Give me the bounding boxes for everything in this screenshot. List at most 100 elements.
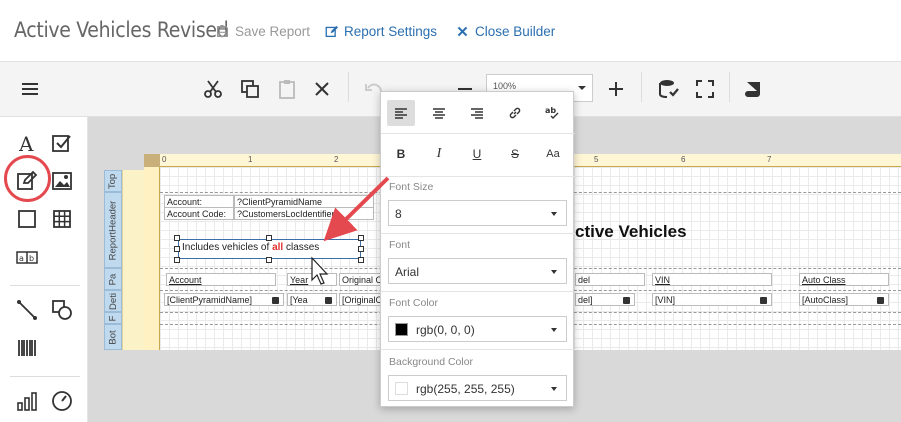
lock-icon <box>760 297 767 304</box>
detail-cell-original[interactable]: [OriginalC <box>339 293 381 306</box>
edit-icon <box>325 25 338 38</box>
line-tool-icon[interactable] <box>15 298 39 322</box>
detail-cell-model[interactable]: del] <box>575 293 635 306</box>
svg-text:ab: ab <box>545 106 556 115</box>
chart-tool-icon[interactable] <box>15 389 39 413</box>
band-report-header[interactable]: ReportHeader <box>104 192 122 268</box>
close-icon <box>457 26 468 37</box>
font-size-value: 8 <box>395 207 402 221</box>
account-code-value[interactable]: ?CustomersLocIdentifier <box>234 207 374 220</box>
toolbar-separator <box>729 72 730 102</box>
toolbar-separator <box>348 72 349 102</box>
band-top-margin[interactable]: Top <box>104 170 122 192</box>
paste-icon[interactable] <box>274 76 300 102</box>
character-comb-tool-icon[interactable]: ab <box>15 245 39 269</box>
band-footer[interactable]: F <box>104 312 122 324</box>
panel-tool-icon[interactable] <box>15 207 39 231</box>
column-header-vin[interactable]: VIN <box>652 273 772 286</box>
band-page-header[interactable]: Pa <box>104 268 122 290</box>
resize-handle[interactable] <box>358 246 364 252</box>
font-color-value: rgb(0, 0, 0) <box>416 323 475 337</box>
copy-icon[interactable] <box>237 76 263 102</box>
format-popup: ab B I U S Aa Font Size 8 Font Arial Fon… <box>380 91 575 407</box>
column-header-auto-class[interactable]: Auto Class <box>799 273 889 286</box>
barcode-tool-icon[interactable] <box>15 336 39 360</box>
cut-icon[interactable] <box>200 76 226 102</box>
spellcheck-button[interactable]: ab <box>539 100 567 126</box>
table-tool-icon[interactable] <box>50 207 74 231</box>
strikethrough-button[interactable]: S <box>501 141 529 167</box>
align-left-button[interactable] <box>387 100 415 126</box>
svg-text:a: a <box>19 254 24 263</box>
band-detail[interactable]: Deti <box>104 290 122 312</box>
bold-button[interactable]: B <box>387 141 415 167</box>
checkbox-tool-icon[interactable] <box>50 131 74 155</box>
zoom-value: 100% <box>493 81 517 91</box>
label-tool-icon[interactable]: A <box>15 131 39 155</box>
background-color-value: rgb(255, 255, 255) <box>416 382 515 396</box>
resize-handle[interactable] <box>174 235 180 241</box>
band-bottom-margin[interactable]: Bot <box>104 324 122 350</box>
resize-handle[interactable] <box>174 257 180 263</box>
chevron-down-icon <box>578 86 586 90</box>
column-header-account[interactable]: Account <box>166 273 276 286</box>
font-size-select[interactable]: 8 <box>388 200 567 226</box>
shape-tool-icon[interactable] <box>50 298 74 322</box>
database-check-icon[interactable] <box>656 76 682 102</box>
background-color-select[interactable]: rgb(255, 255, 255) <box>388 375 567 401</box>
picture-tool-icon[interactable] <box>50 169 74 193</box>
report-settings-label: Report Settings <box>344 24 438 39</box>
report-settings-button[interactable]: Report Settings <box>325 24 437 39</box>
menu-icon[interactable] <box>17 76 43 102</box>
spellcheck-icon: ab <box>545 106 559 119</box>
lock-icon <box>877 297 884 304</box>
svg-text:b: b <box>29 254 34 263</box>
resize-handle[interactable] <box>266 257 272 263</box>
close-builder-button[interactable]: Close Builder <box>456 24 555 39</box>
resize-handle[interactable] <box>358 235 364 241</box>
text-case-button[interactable]: Aa <box>539 141 567 167</box>
column-header-year[interactable]: Year <box>287 273 337 286</box>
detail-cell-account[interactable]: [ClientPyramidName] <box>164 293 284 306</box>
link-button[interactable] <box>501 100 529 126</box>
column-header-model[interactable]: del <box>575 273 645 286</box>
close-builder-label: Close Builder <box>475 24 556 39</box>
detail-cell-year[interactable]: [Yea <box>287 293 337 306</box>
resize-handle[interactable] <box>174 246 180 252</box>
selected-text-box[interactable]: Includes vehicles of all classes <box>178 239 361 259</box>
italic-button[interactable]: I <box>425 141 453 167</box>
scroll-icon[interactable] <box>741 76 767 102</box>
background-color-swatch <box>395 382 408 395</box>
ruler-tick: 7 <box>767 155 772 164</box>
font-label: Font <box>389 239 411 251</box>
align-left-icon <box>395 108 407 119</box>
underline-button[interactable]: U <box>463 141 491 167</box>
report-title[interactable]: ctive Vehicles <box>575 222 687 242</box>
account-code-label[interactable]: Account Code: <box>164 207 234 220</box>
ruler-corner <box>144 154 160 167</box>
resize-handle[interactable] <box>266 235 272 241</box>
align-center-button[interactable] <box>425 100 453 126</box>
lock-icon <box>325 297 332 304</box>
font-value: Arial <box>395 265 420 279</box>
detail-cell-auto-class[interactable]: [AutoClass] <box>799 293 889 306</box>
toolbox-separator <box>10 376 80 377</box>
highlight-circle <box>4 155 51 202</box>
text-box-prefix: Includes vehicles of <box>182 242 273 253</box>
fullscreen-icon[interactable] <box>692 76 718 102</box>
band-labels: Top ReportHeader Pa Deti F Bot <box>104 170 122 350</box>
page-title: Active Vehicles Revised <box>14 18 229 42</box>
resize-handle[interactable] <box>358 257 364 263</box>
font-color-select[interactable]: rgb(0, 0, 0) <box>388 316 567 342</box>
font-select[interactable]: Arial <box>388 258 567 284</box>
save-report-button[interactable]: Save Report <box>216 24 310 39</box>
detail-cell-vin[interactable]: [VIN] <box>652 293 772 306</box>
gauge-tool-icon[interactable] <box>50 389 74 413</box>
background-color-label: Background Color <box>389 356 474 368</box>
align-right-button[interactable] <box>463 100 491 126</box>
link-icon <box>509 107 521 119</box>
toolbar-separator <box>641 72 642 102</box>
column-header-original[interactable]: Original C <box>339 273 381 286</box>
zoom-in-icon[interactable] <box>603 76 629 102</box>
delete-icon[interactable] <box>309 76 335 102</box>
